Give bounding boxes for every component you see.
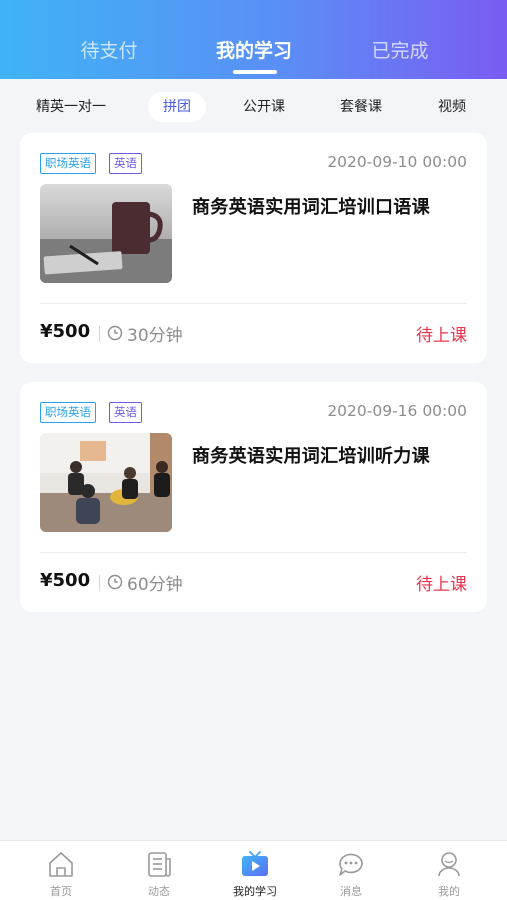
course-date: 2020-09-10 00:00 — [327, 153, 467, 171]
course-price: ¥500 — [40, 570, 91, 591]
nav-news[interactable]: 动态 — [119, 841, 199, 900]
tab-indicator — [233, 70, 277, 74]
course-card[interactable]: 职场英语 英语 2020-09-10 00:00 商务英语实用词汇培训口语课 ¥… — [20, 133, 487, 363]
nav-label: 我的学习 — [233, 885, 277, 898]
clock-icon — [107, 574, 123, 594]
clock-icon — [107, 325, 123, 345]
bottom-nav: 首页 动态 我的学习 消息 我的 — [0, 840, 507, 900]
course-tag: 英语 — [109, 402, 142, 423]
nav-label: 动态 — [148, 885, 170, 898]
nav-label: 首页 — [50, 885, 72, 898]
course-price: ¥500 — [40, 321, 91, 342]
tab-pending-payment[interactable]: 待支付 — [39, 34, 179, 68]
divider — [40, 552, 467, 553]
course-status: 待上课 — [416, 575, 467, 595]
home-icon — [49, 852, 73, 877]
category-public-class[interactable]: 公开课 — [243, 92, 285, 122]
course-tag: 职场英语 — [40, 402, 96, 423]
tab-my-learning[interactable]: 我的学习 — [184, 34, 324, 68]
nav-messages[interactable]: 消息 — [311, 841, 391, 900]
nav-my-learning[interactable]: 我的学习 — [215, 841, 295, 900]
separator — [99, 575, 100, 591]
category-package[interactable]: 套餐课 — [340, 92, 382, 122]
category-bar: 精英一对一 拼团 公开课 套餐课 视频 — [0, 79, 507, 133]
divider — [40, 303, 467, 304]
user-icon — [438, 852, 460, 877]
news-icon — [148, 852, 171, 877]
category-group-buy[interactable]: 拼团 — [148, 92, 206, 122]
course-title[interactable]: 商务英语实用词汇培训口语课 — [192, 193, 430, 219]
message-icon — [339, 853, 363, 876]
tab-completed[interactable]: 已完成 — [330, 34, 470, 68]
course-title[interactable]: 商务英语实用词汇培训听力课 — [192, 442, 430, 468]
nav-label: 消息 — [340, 885, 362, 898]
header: 待支付 我的学习 已完成 — [0, 0, 507, 79]
top-tabs: 待支付 我的学习 已完成 — [0, 34, 507, 74]
course-status: 待上课 — [416, 326, 467, 346]
nav-profile[interactable]: 我的 — [409, 841, 489, 900]
course-duration: 30分钟 — [127, 326, 183, 346]
tv-play-icon — [242, 851, 268, 876]
nav-label: 我的 — [438, 885, 460, 898]
category-elite-one-on-one[interactable]: 精英一对一 — [36, 92, 106, 122]
separator — [99, 326, 100, 342]
course-date: 2020-09-16 00:00 — [327, 402, 467, 420]
course-card[interactable]: 职场英语 英语 2020-09-16 00:00 商务英语实用词汇培训听力课 ¥… — [20, 382, 487, 612]
course-thumbnail — [40, 433, 172, 532]
course-tag: 职场英语 — [40, 153, 96, 174]
course-tag: 英语 — [109, 153, 142, 174]
course-thumbnail — [40, 184, 172, 283]
category-video[interactable]: 视频 — [438, 92, 466, 122]
course-duration: 60分钟 — [127, 575, 183, 595]
nav-home[interactable]: 首页 — [21, 841, 101, 900]
